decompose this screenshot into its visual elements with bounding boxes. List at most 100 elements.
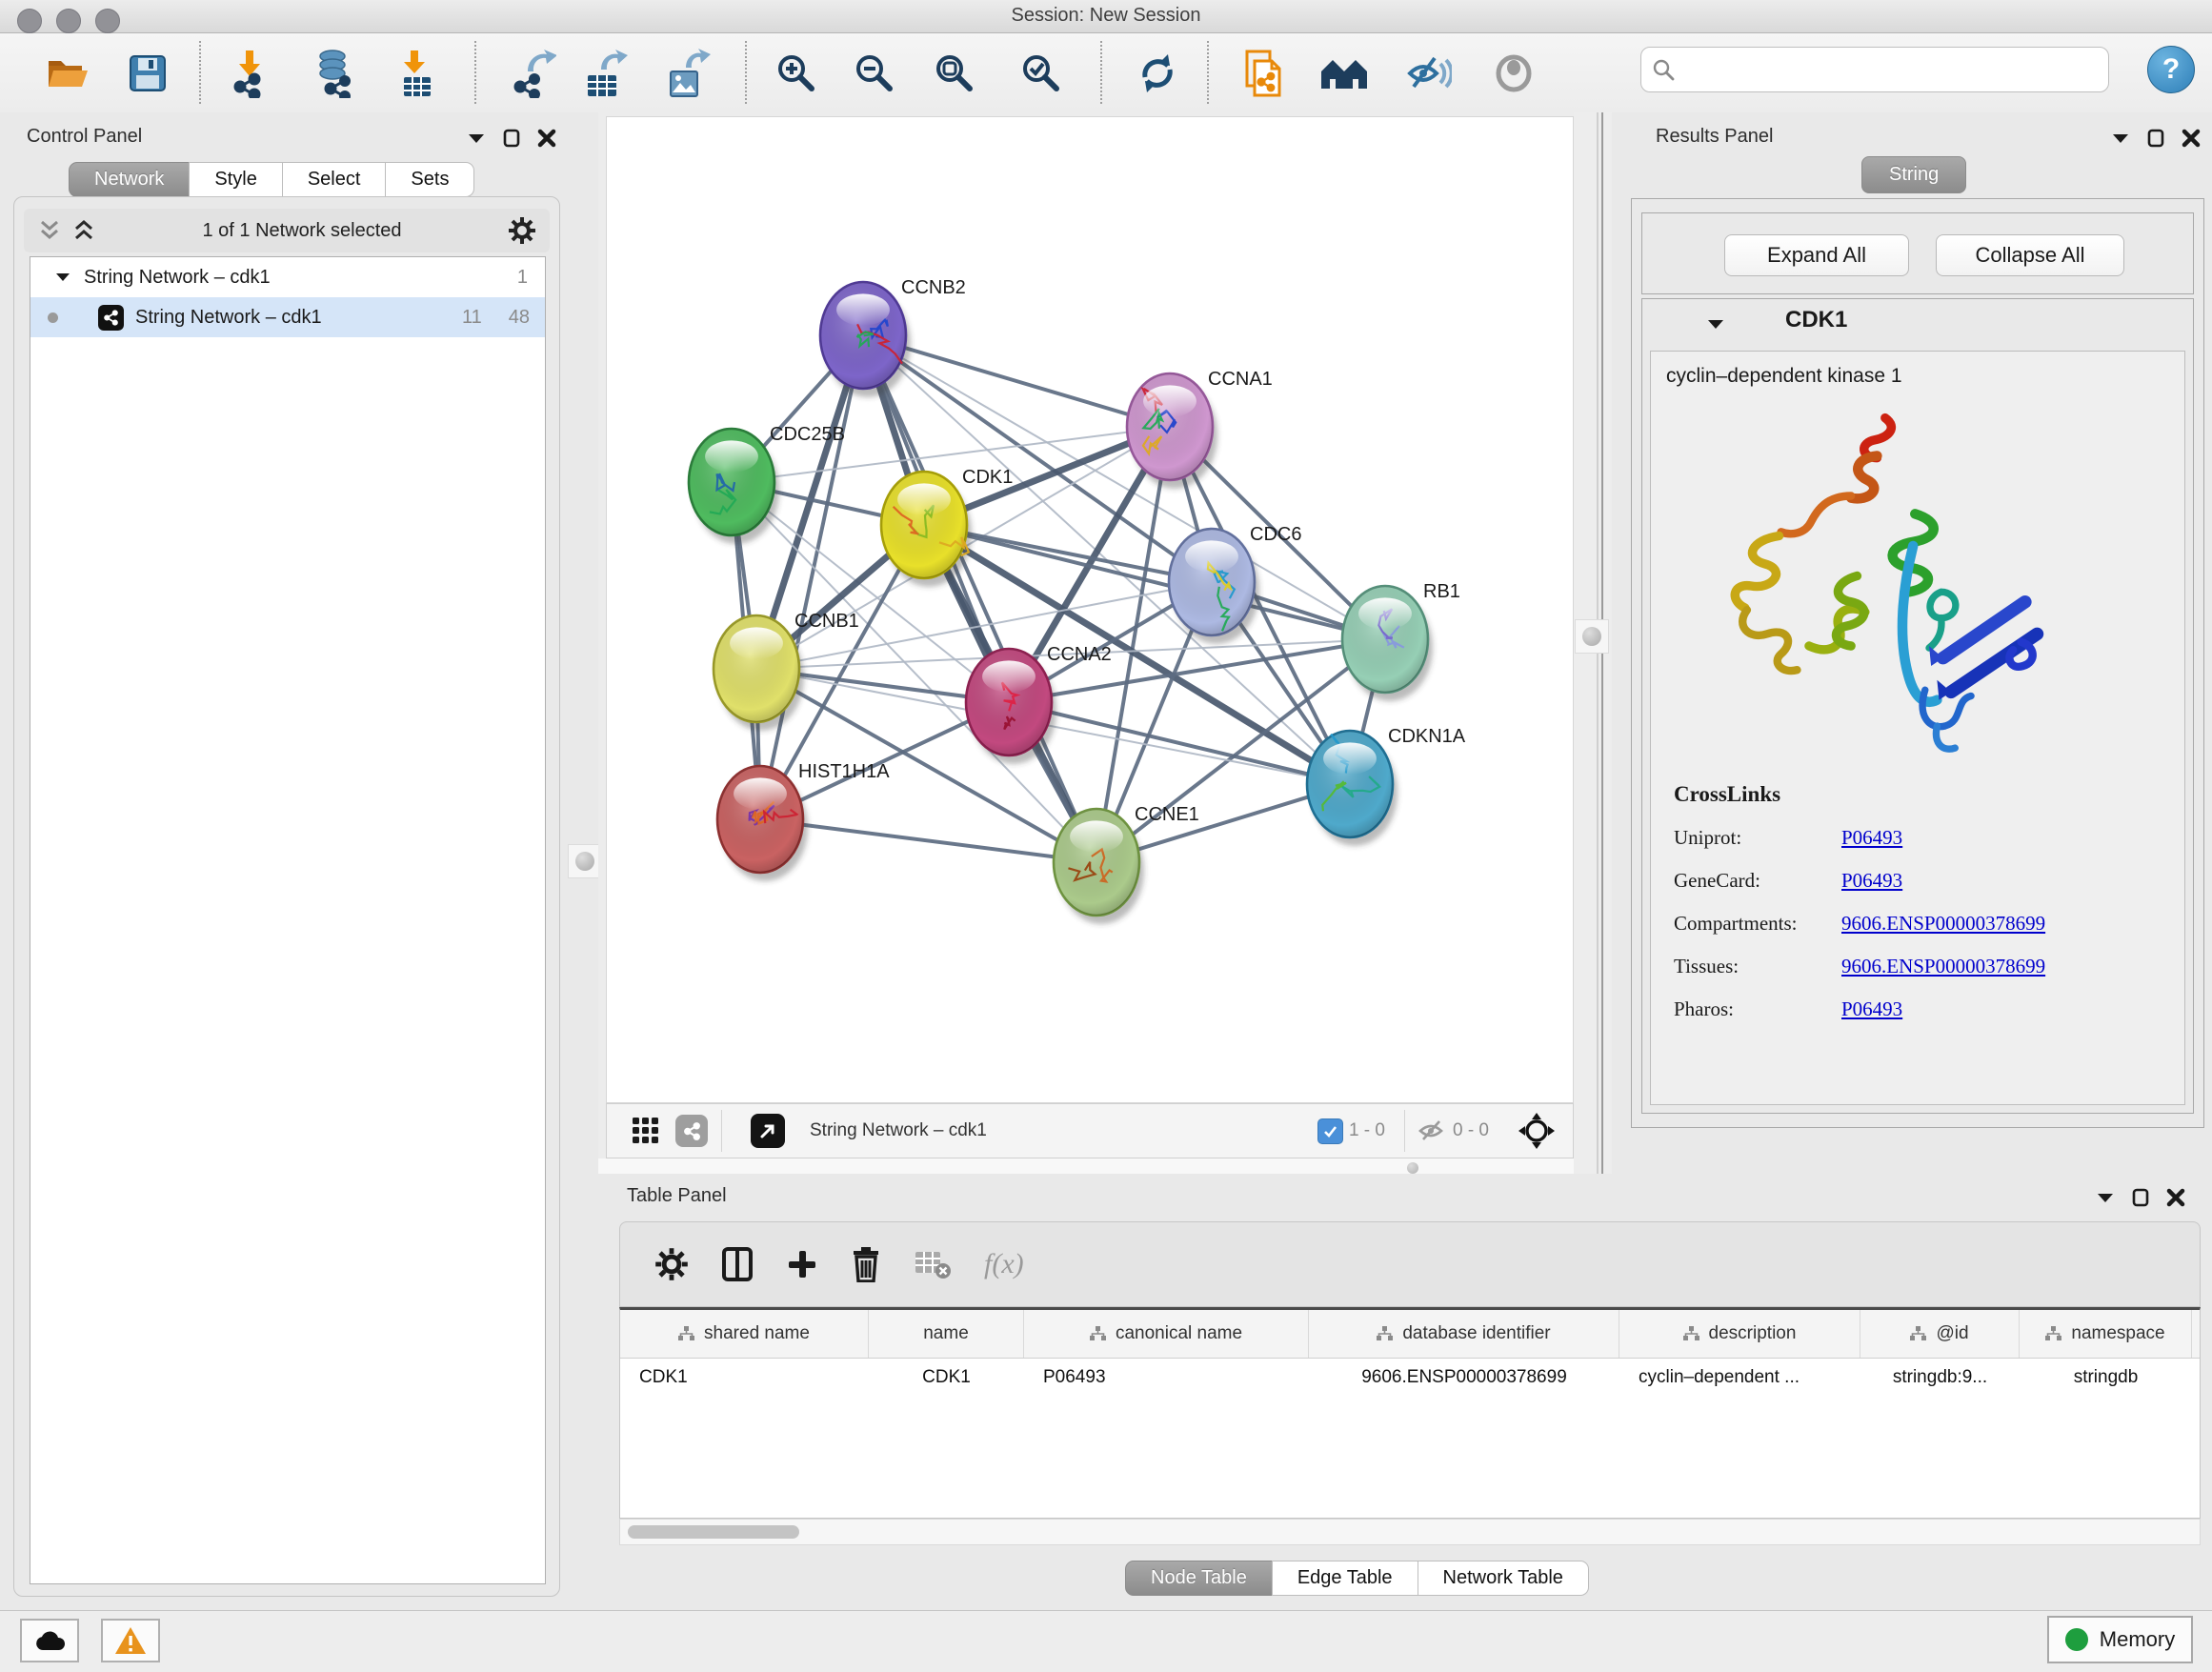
table-horizontal-scrollbar[interactable] xyxy=(619,1519,2201,1545)
network-view-container: CCNB2 CCNA1 CDC25B CDK1 CDC6 RB1 xyxy=(598,112,1612,1178)
entry-description: cyclin–dependent kinase 1 xyxy=(1666,365,2184,388)
collapse-all-button[interactable]: Collapse All xyxy=(1936,234,2124,276)
tab-string[interactable]: String xyxy=(1861,156,1966,193)
column-header[interactable]: name xyxy=(869,1310,1024,1358)
search-input[interactable] xyxy=(1676,59,2089,81)
entry-expander-icon[interactable] xyxy=(1707,318,1724,331)
tab-network[interactable]: Network xyxy=(69,162,190,197)
zoom-in-button[interactable] xyxy=(768,43,825,104)
copy-network-button[interactable] xyxy=(1235,43,1292,104)
cloud-button[interactable] xyxy=(20,1619,79,1662)
column-header[interactable]: shared name xyxy=(620,1310,869,1358)
table-gear-icon[interactable] xyxy=(654,1247,689,1281)
panel-float-icon[interactable] xyxy=(2147,129,2164,148)
tab-select[interactable]: Select xyxy=(282,162,387,197)
panel-menu-icon[interactable] xyxy=(467,131,486,145)
tree-expander-icon[interactable] xyxy=(55,272,70,283)
tab-style[interactable]: Style xyxy=(189,162,282,197)
crosslink-label: Uniprot: xyxy=(1674,826,1841,850)
crosslink-row: Compartments: 9606.ENSP00000378699 xyxy=(1674,912,2184,936)
column-header[interactable]: namespace xyxy=(2020,1310,2192,1358)
refresh-icon xyxy=(1136,52,1178,94)
export-image-button[interactable] xyxy=(659,43,716,104)
detach-view-icon[interactable] xyxy=(751,1114,785,1148)
hidden-counter: 0 - 0 xyxy=(1453,1120,1489,1141)
open-file-button[interactable] xyxy=(38,43,95,104)
help-button[interactable]: ? xyxy=(2147,46,2195,93)
node-label: HIST1H1A xyxy=(798,761,890,782)
network-collection-row[interactable]: String Network – cdk1 1 xyxy=(30,257,545,297)
warnings-button[interactable] xyxy=(101,1619,160,1662)
hidden-eye-icon[interactable] xyxy=(1418,1119,1447,1142)
birdseye-toggle-button[interactable] xyxy=(1485,43,1542,104)
network-type-icon xyxy=(98,305,124,331)
results-panel: Results Panel String Expand All Collapse… xyxy=(1612,112,2212,1174)
export-table-button[interactable] xyxy=(576,43,633,104)
scrollbar-thumb[interactable] xyxy=(628,1525,799,1539)
tab-network-table[interactable]: Network Table xyxy=(1418,1561,1589,1596)
table-header-row: shared namename canonical name database … xyxy=(620,1310,2200,1359)
network-node-count: 11 xyxy=(462,307,482,329)
tab-node-table[interactable]: Node Table xyxy=(1125,1561,1273,1596)
network-canvas[interactable]: CCNB2 CCNA1 CDC25B CDK1 CDC6 RB1 xyxy=(606,116,1574,1103)
tab-sets[interactable]: Sets xyxy=(385,162,474,197)
add-column-icon[interactable] xyxy=(786,1248,818,1280)
warning-icon xyxy=(114,1626,147,1655)
grid-view-icon[interactable] xyxy=(632,1117,660,1145)
panel-menu-icon[interactable] xyxy=(2111,131,2130,145)
crosslink-row: Uniprot: P06493 xyxy=(1674,826,2184,850)
panel-close-icon[interactable] xyxy=(537,129,556,148)
import-network-database-button[interactable] xyxy=(307,43,364,104)
gear-icon[interactable] xyxy=(508,216,536,245)
column-header[interactable]: database identifier xyxy=(1309,1310,1619,1358)
selected-checkbox-icon[interactable] xyxy=(1317,1118,1343,1144)
crosslink-link[interactable]: P06493 xyxy=(1841,826,1902,850)
collapse-all-icon[interactable] xyxy=(37,218,62,243)
panel-float-icon[interactable] xyxy=(2132,1188,2149,1207)
panel-menu-icon[interactable] xyxy=(2096,1191,2115,1204)
crosslink-link[interactable]: 9606.ENSP00000378699 xyxy=(1841,955,2045,978)
search-field[interactable] xyxy=(1640,47,2109,92)
panel-close-icon[interactable] xyxy=(2166,1188,2185,1207)
zoom-fit-button[interactable] xyxy=(926,43,983,104)
network-node: HIST1H1A xyxy=(717,761,890,881)
network-share-view-icon[interactable] xyxy=(675,1115,708,1147)
zoom-out-icon xyxy=(854,52,895,94)
panel-close-icon[interactable] xyxy=(2182,129,2201,148)
column-header[interactable]: canonical name xyxy=(1024,1310,1309,1358)
string-home-button[interactable] xyxy=(1316,43,1373,104)
zoom-selected-button[interactable] xyxy=(1013,43,1070,104)
export-network-button[interactable] xyxy=(505,43,562,104)
memory-button[interactable]: Memory xyxy=(2047,1616,2193,1663)
entry-name: CDK1 xyxy=(1785,307,1847,333)
toolbar-separator xyxy=(1207,41,1209,104)
refresh-layout-button[interactable] xyxy=(1129,43,1186,104)
tab-edge-table[interactable]: Edge Table xyxy=(1272,1561,1418,1596)
hide-graphics-button[interactable] xyxy=(1400,43,1458,104)
window-title: Session: New Session xyxy=(0,5,2212,27)
table-row[interactable]: CDK1CDK1P064939606.ENSP00000378699cyclin… xyxy=(620,1359,2200,1397)
expand-all-icon[interactable] xyxy=(71,218,96,243)
network-row-selected[interactable]: String Network – cdk1 11 48 xyxy=(30,297,545,337)
right-splitter[interactable] xyxy=(1574,112,1612,1178)
birdseye-position-icon[interactable] xyxy=(1518,1112,1556,1150)
right-splitter-handle[interactable] xyxy=(1575,619,1609,654)
import-network-file-button[interactable] xyxy=(221,43,278,104)
network-label: String Network – cdk1 xyxy=(135,307,322,329)
left-splitter-handle[interactable] xyxy=(568,844,602,878)
crosslink-link[interactable]: 9606.ENSP00000378699 xyxy=(1841,912,2045,936)
zoom-out-button[interactable] xyxy=(846,43,903,104)
column-source-icon xyxy=(678,1326,694,1341)
crosslink-link[interactable]: P06493 xyxy=(1841,869,1902,893)
panel-float-icon[interactable] xyxy=(503,129,520,148)
column-header[interactable]: @id xyxy=(1860,1310,2020,1358)
show-columns-icon[interactable] xyxy=(721,1246,754,1282)
table-cell: cyclin–dependent ... xyxy=(1619,1367,1860,1388)
cloud-icon xyxy=(34,1630,65,1651)
crosslink-link[interactable]: P06493 xyxy=(1841,997,1902,1021)
delete-column-icon[interactable] xyxy=(851,1246,881,1282)
column-header[interactable]: description xyxy=(1619,1310,1860,1358)
import-table-button[interactable] xyxy=(389,43,446,104)
expand-all-button[interactable]: Expand All xyxy=(1724,234,1909,276)
save-session-button[interactable] xyxy=(119,43,176,104)
